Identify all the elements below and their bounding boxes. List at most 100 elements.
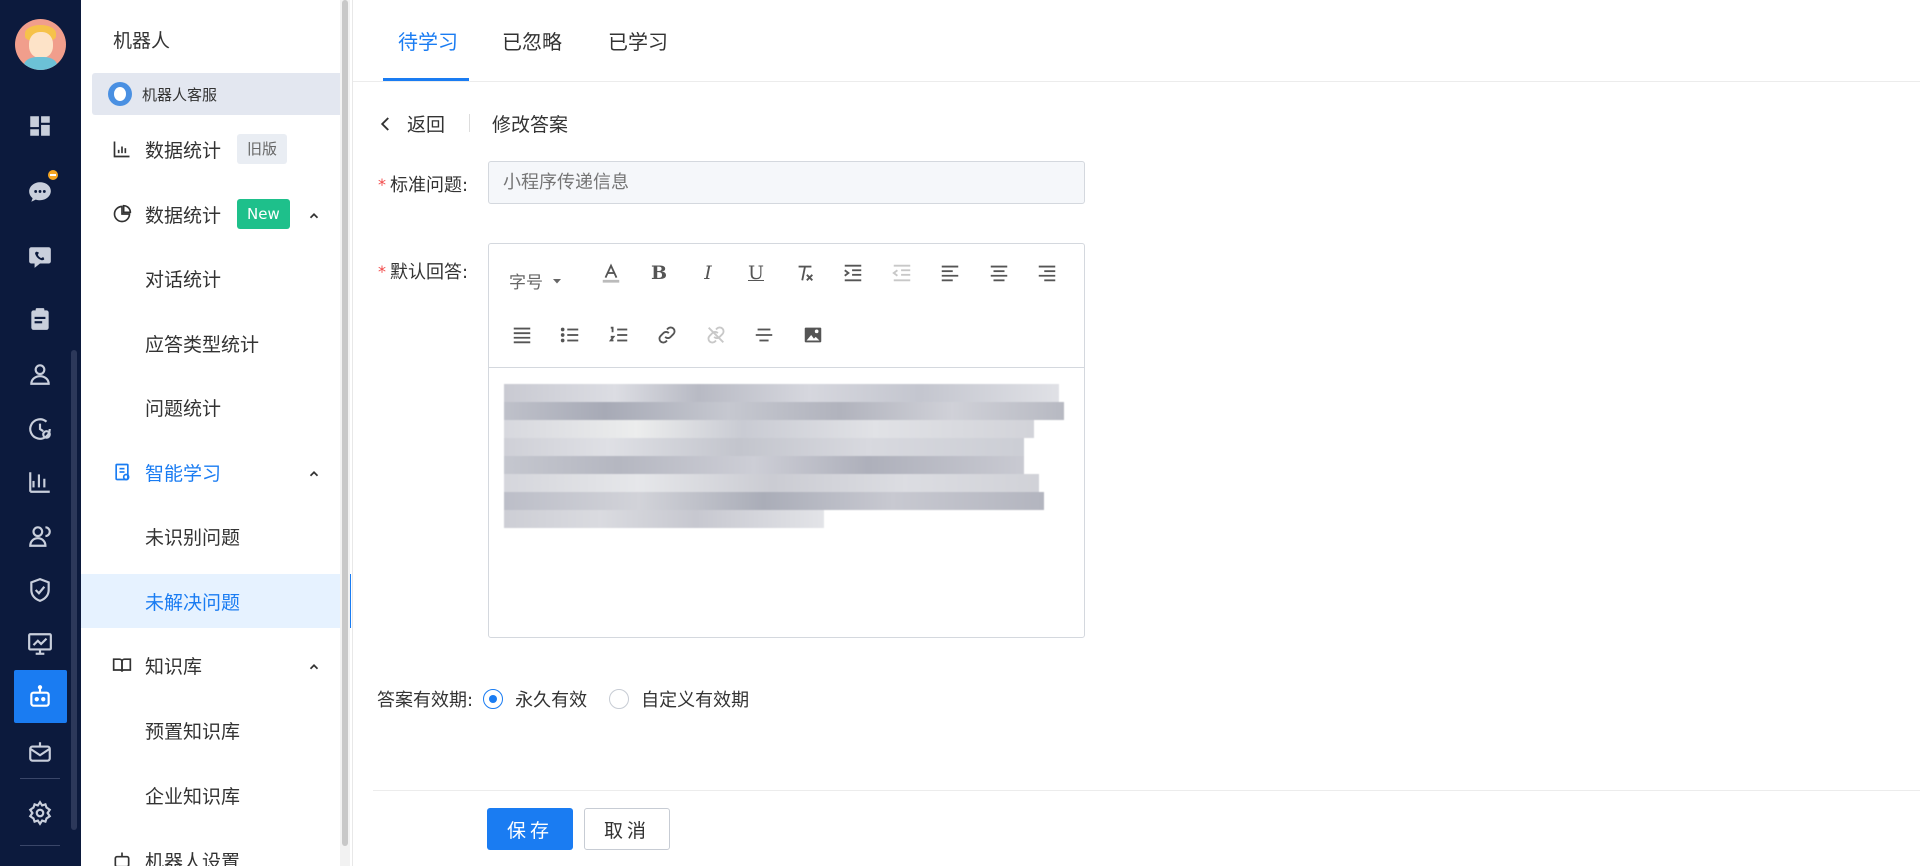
user-icon[interactable] bbox=[26, 360, 54, 388]
unlink-icon[interactable] bbox=[703, 322, 729, 348]
side-menu: 机器人 机器人客服 数据统计 旧版 数据统计 New 对话统计 应答类型统计 问… bbox=[81, 0, 351, 866]
dashboard-icon[interactable] bbox=[26, 112, 54, 140]
menu-item-dialog-stats[interactable]: 对话统计 bbox=[81, 251, 351, 305]
align-center-icon[interactable] bbox=[986, 260, 1012, 286]
menu-item-preset-kb[interactable]: 预置知识库 bbox=[81, 703, 351, 757]
clear-format-icon[interactable] bbox=[792, 260, 818, 286]
underline-icon[interactable]: U bbox=[743, 260, 769, 286]
validity-row: 答案有效期: 永久有效 自定义有效期 bbox=[377, 686, 749, 712]
standard-question-input[interactable] bbox=[488, 161, 1085, 204]
menu-item-label: 数据统计 bbox=[145, 204, 222, 227]
footer-divider bbox=[373, 790, 1920, 791]
old-version-badge: 旧版 bbox=[237, 134, 288, 164]
gear-icon[interactable] bbox=[26, 799, 54, 827]
menu-title: 机器人 bbox=[113, 30, 171, 52]
chat-icon[interactable] bbox=[26, 178, 54, 206]
tab-bar: 待学习 已忽略 已学习 bbox=[353, 0, 1920, 82]
radio-custom-label[interactable]: 自定义有效期 bbox=[641, 686, 749, 712]
save-button[interactable]: 保存 bbox=[487, 808, 573, 850]
menu-item-stats-new[interactable]: 数据统计 New bbox=[81, 187, 351, 241]
menu-item-label: 知识库 bbox=[145, 655, 203, 678]
clipboard-icon[interactable] bbox=[26, 305, 54, 333]
bold-icon[interactable]: B bbox=[646, 260, 672, 286]
justify-icon[interactable] bbox=[509, 322, 535, 348]
menu-item-unresolved[interactable]: 未解决问题 bbox=[81, 574, 351, 628]
menu-item-smart-learning[interactable]: 智能学习 bbox=[81, 445, 351, 499]
back-button[interactable]: 返回 bbox=[377, 110, 445, 137]
rail-scrollbar[interactable] bbox=[71, 350, 77, 830]
font-size-select[interactable]: 字号 bbox=[509, 268, 563, 293]
menu-item-knowledge-base[interactable]: 知识库 bbox=[81, 638, 351, 692]
menu-item-label: 数据统计 bbox=[145, 139, 222, 162]
rail-divider bbox=[20, 778, 60, 779]
chevron-up-icon bbox=[307, 465, 321, 479]
menu-item-label: 企业知识库 bbox=[145, 785, 241, 808]
monitor-icon[interactable] bbox=[26, 630, 54, 658]
tab-active-indicator bbox=[383, 78, 469, 81]
strikethrough-icon[interactable] bbox=[751, 322, 777, 348]
numbered-list-icon[interactable] bbox=[606, 322, 632, 348]
menu-scrollbar[interactable] bbox=[340, 0, 350, 866]
radio-permanent[interactable] bbox=[483, 689, 504, 709]
radio-custom[interactable] bbox=[609, 689, 630, 709]
pie-chart-icon bbox=[111, 203, 133, 225]
menu-item-stats-old[interactable]: 数据统计 旧版 bbox=[81, 122, 351, 176]
breadcrumb-separator bbox=[469, 114, 470, 132]
new-badge: New bbox=[237, 199, 290, 229]
caret-down-icon bbox=[553, 278, 561, 283]
rail-divider bbox=[20, 845, 60, 846]
menu-item-label: 未解决问题 bbox=[145, 591, 241, 614]
menu-item-robot-settings[interactable]: 机器人设置 bbox=[81, 833, 351, 866]
editor-toolbar: 字号 B I U bbox=[489, 244, 1084, 368]
cancel-button[interactable]: 取消 bbox=[584, 808, 670, 850]
menu-item-label: 机器人设置 bbox=[145, 850, 241, 866]
tab-ignored[interactable]: 已忽略 bbox=[502, 26, 562, 55]
menu-item-label: 未识别问题 bbox=[145, 526, 241, 549]
tab-pending[interactable]: 待学习 bbox=[398, 26, 458, 55]
notification-badge bbox=[46, 168, 60, 182]
page-title: 修改答案 bbox=[492, 114, 569, 136]
robot-avatar-icon bbox=[108, 82, 132, 106]
avatar[interactable] bbox=[15, 19, 66, 70]
chevron-left-icon bbox=[380, 116, 389, 131]
back-label: 返回 bbox=[407, 114, 446, 136]
bar-chart-icon[interactable] bbox=[26, 468, 54, 496]
icon-rail bbox=[0, 0, 81, 866]
team-icon[interactable] bbox=[26, 522, 54, 550]
chevron-up-icon bbox=[307, 658, 321, 672]
history-icon[interactable] bbox=[26, 415, 54, 443]
question-label: * 标准问题: bbox=[378, 174, 469, 197]
robot-selector[interactable]: 机器人客服 bbox=[92, 73, 347, 115]
menu-item-label: 预置知识库 bbox=[145, 720, 241, 743]
tab-learned[interactable]: 已学习 bbox=[608, 26, 668, 55]
align-left-icon[interactable] bbox=[937, 260, 963, 286]
link-icon[interactable] bbox=[654, 322, 680, 348]
menu-item-label: 应答类型统计 bbox=[145, 333, 260, 356]
bullet-list-icon[interactable] bbox=[557, 322, 583, 348]
chevron-up-icon bbox=[307, 207, 321, 221]
menu-item-label: 智能学习 bbox=[145, 462, 222, 485]
robot-mail-icon[interactable] bbox=[26, 738, 54, 766]
learning-icon bbox=[111, 461, 133, 483]
radio-permanent-label[interactable]: 永久有效 bbox=[515, 686, 587, 712]
menu-item-question-stats[interactable]: 问题统计 bbox=[81, 380, 351, 434]
chart-icon bbox=[111, 138, 133, 160]
outdent-icon[interactable] bbox=[889, 260, 915, 286]
phone-chat-icon[interactable] bbox=[26, 243, 54, 271]
indent-icon[interactable] bbox=[840, 260, 866, 286]
menu-item-unrecognized[interactable]: 未识别问题 bbox=[81, 509, 351, 563]
shield-icon[interactable] bbox=[26, 576, 54, 604]
answer-content-blurred[interactable] bbox=[504, 384, 1064, 569]
font-color-icon[interactable] bbox=[598, 260, 624, 286]
align-right-icon[interactable] bbox=[1034, 260, 1060, 286]
menu-item-answer-type-stats[interactable]: 应答类型统计 bbox=[81, 316, 351, 370]
robot-icon[interactable] bbox=[26, 683, 54, 711]
answer-label: * 默认回答: bbox=[378, 261, 469, 284]
image-icon[interactable] bbox=[800, 322, 826, 348]
required-mark: * bbox=[378, 174, 386, 194]
menu-item-enterprise-kb[interactable]: 企业知识库 bbox=[81, 768, 351, 822]
italic-icon[interactable]: I bbox=[695, 260, 721, 286]
robot-settings-icon bbox=[111, 849, 133, 866]
main-content: 待学习 已忽略 已学习 返回 修改答案 * 标准问题: * 默认回答: 字号 B… bbox=[352, 0, 1920, 866]
robot-name: 机器人客服 bbox=[142, 85, 218, 104]
